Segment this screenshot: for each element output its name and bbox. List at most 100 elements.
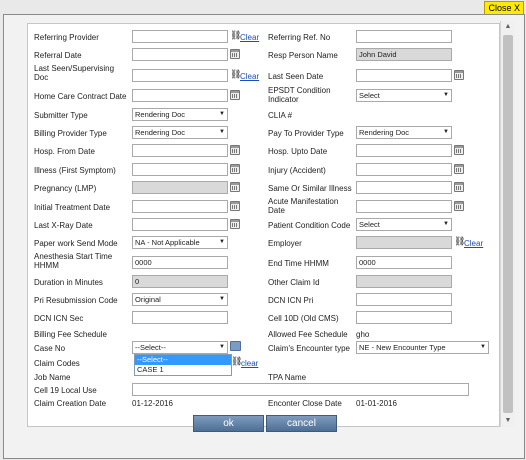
anesthesia-start-time-label: Anesthesia Start Time HHMM	[34, 252, 113, 270]
scroll-thumb[interactable]	[503, 35, 513, 413]
claim-codes-clear-link[interactable]: clear	[241, 359, 258, 368]
calendar-icon[interactable]	[230, 219, 240, 229]
referring-provider-clear-link[interactable]: Clear	[240, 33, 259, 42]
pregnancy-input	[132, 181, 228, 194]
calendar-icon[interactable]	[454, 182, 464, 192]
case-no-label: Case No	[34, 344, 66, 353]
chevron-down-icon: ▼	[480, 344, 486, 350]
dcn-icn-sec-input[interactable]	[132, 311, 228, 324]
resp-person-name-input: John David	[356, 48, 452, 61]
last-seen-date-input[interactable]	[356, 69, 452, 82]
calendar-icon[interactable]	[454, 70, 464, 80]
calendar-icon[interactable]	[454, 201, 464, 211]
allowed-fee-schedule-label: Allowed Fee Schedule	[268, 330, 348, 339]
home-care-contract-date-input[interactable]	[132, 89, 228, 102]
duration-label: Duration in Minutes	[34, 278, 103, 287]
patient-condition-code-select[interactable]: Select ▼	[356, 218, 452, 231]
referring-provider-label: Referring Provider	[34, 33, 99, 42]
patient-condition-code-label: Patient Condition Code	[268, 221, 351, 230]
billing-fee-schedule-label: Billing Fee Schedule	[34, 330, 107, 339]
pay-to-provider-type-value: Rendering Doc	[359, 128, 410, 137]
chevron-down-icon: ▼	[443, 92, 449, 98]
paper-work-send-mode-value: NA - Not Applicable	[135, 238, 200, 247]
referral-date-input[interactable]	[132, 48, 228, 61]
hosp-from-date-input[interactable]	[132, 144, 228, 157]
referring-ref-no-label: Referring Ref. No	[268, 33, 331, 42]
vertical-scrollbar[interactable]: ▲ ▼	[500, 21, 515, 427]
chevron-down-icon: ▼	[443, 221, 449, 227]
cell-10d-input[interactable]	[356, 311, 452, 324]
submitter-type-label: Submitter Type	[34, 111, 88, 120]
case-no-value: --Select--	[135, 343, 166, 352]
acute-manifestation-date-input[interactable]	[356, 200, 452, 213]
submitter-type-value: Rendering Doc	[135, 110, 186, 119]
case-no-option[interactable]: --Select--	[135, 355, 231, 365]
epsdt-condition-select[interactable]: Select ▼	[356, 89, 452, 102]
epsdt-condition-indicator-label: EPSDT Condition Indicator	[268, 86, 331, 104]
allowed-fee-schedule-value: gho	[356, 330, 370, 339]
home-care-contract-date-label: Home Care Contract Date	[34, 92, 127, 101]
pri-resubmission-code-label: Pri Resubmission Code	[34, 296, 118, 305]
pregnancy-label: Pregnancy (LMP)	[34, 184, 97, 193]
pay-to-provider-type-select[interactable]: Rendering Doc ▼	[356, 126, 452, 139]
cell19-local-use-label: Cell 19 Local Use	[34, 386, 97, 395]
close-button[interactable]: Close X	[484, 1, 524, 15]
case-no-dropdown-list: --Select-- CASE 1	[134, 354, 232, 376]
dcn-icn-sec-label: DCN ICN Sec	[34, 314, 84, 323]
calendar-icon[interactable]	[230, 201, 240, 211]
binoculars-icon[interactable]: ⛓	[454, 237, 465, 246]
same-or-similar-illness-input[interactable]	[356, 181, 452, 194]
billing-provider-type-label: Billing Provider Type	[34, 129, 107, 138]
referring-provider-input[interactable]	[132, 30, 228, 43]
binoculars-icon[interactable]: ⛓	[231, 357, 242, 366]
end-time-input[interactable]: 0000	[356, 256, 452, 269]
claim-details-dialog: Referring Provider ⛓ Clear Referring Ref…	[3, 14, 525, 459]
binoculars-icon[interactable]: ⛓	[230, 70, 241, 79]
last-xray-date-label: Last X-Ray Date	[34, 221, 93, 230]
calendar-icon[interactable]	[230, 90, 240, 100]
pri-resubmission-code-value: Original	[135, 295, 161, 304]
chevron-down-icon: ▼	[219, 344, 225, 350]
dcn-icn-pri-input[interactable]	[356, 293, 452, 306]
injury-input[interactable]	[356, 163, 452, 176]
claim-creation-date-label: Claim Creation Date	[34, 399, 107, 408]
illness-input[interactable]	[132, 163, 228, 176]
hosp-upto-date-input[interactable]	[356, 144, 452, 157]
calendar-icon	[230, 182, 240, 192]
last-seen-date-label: Last Seen Date	[268, 72, 324, 81]
last-seen-doc-input[interactable]	[132, 69, 228, 82]
case-no-option[interactable]: CASE 1	[135, 365, 231, 375]
briefcase-icon[interactable]	[230, 341, 241, 351]
ok-button[interactable]: ok	[193, 415, 264, 432]
binoculars-icon[interactable]: ⛓	[230, 31, 241, 40]
chevron-down-icon: ▼	[219, 111, 225, 117]
last-seen-doc-clear-link[interactable]: Clear	[240, 72, 259, 81]
employer-clear-link[interactable]: Clear	[464, 239, 483, 248]
referring-ref-no-input[interactable]	[356, 30, 452, 43]
initial-treatment-date-input[interactable]	[132, 200, 228, 213]
scroll-down-icon[interactable]: ▼	[501, 415, 515, 427]
calendar-icon[interactable]	[230, 164, 240, 174]
other-claim-id-input	[356, 275, 452, 288]
calendar-icon[interactable]	[230, 49, 240, 59]
calendar-icon[interactable]	[454, 145, 464, 155]
billing-provider-type-select[interactable]: Rendering Doc ▼	[132, 126, 228, 139]
case-no-select[interactable]: --Select-- ▼	[132, 341, 228, 354]
initial-treatment-date-label: Initial Treatment Date	[34, 203, 111, 212]
submitter-type-select[interactable]: Rendering Doc ▼	[132, 108, 228, 121]
paper-work-send-mode-select[interactable]: NA - Not Applicable ▼	[132, 236, 228, 249]
cell19-local-use-input[interactable]	[132, 383, 469, 396]
resp-person-name-label: Resp Person Name	[268, 51, 338, 60]
pri-resubmission-code-select[interactable]: Original ▼	[132, 293, 228, 306]
anesthesia-start-time-input[interactable]: 0000	[132, 256, 228, 269]
claim-codes-label: Claim Codes	[34, 359, 80, 368]
last-xray-date-input[interactable]	[132, 218, 228, 231]
employer-input	[356, 236, 452, 249]
employer-label: Employer	[268, 239, 302, 248]
calendar-icon[interactable]	[230, 145, 240, 155]
scroll-up-icon[interactable]: ▲	[501, 21, 515, 33]
chevron-down-icon: ▼	[443, 129, 449, 135]
cancel-button[interactable]: cancel	[266, 415, 337, 432]
claims-encounter-type-select[interactable]: NE - New Encounter Type ▼	[356, 341, 489, 354]
calendar-icon[interactable]	[454, 164, 464, 174]
